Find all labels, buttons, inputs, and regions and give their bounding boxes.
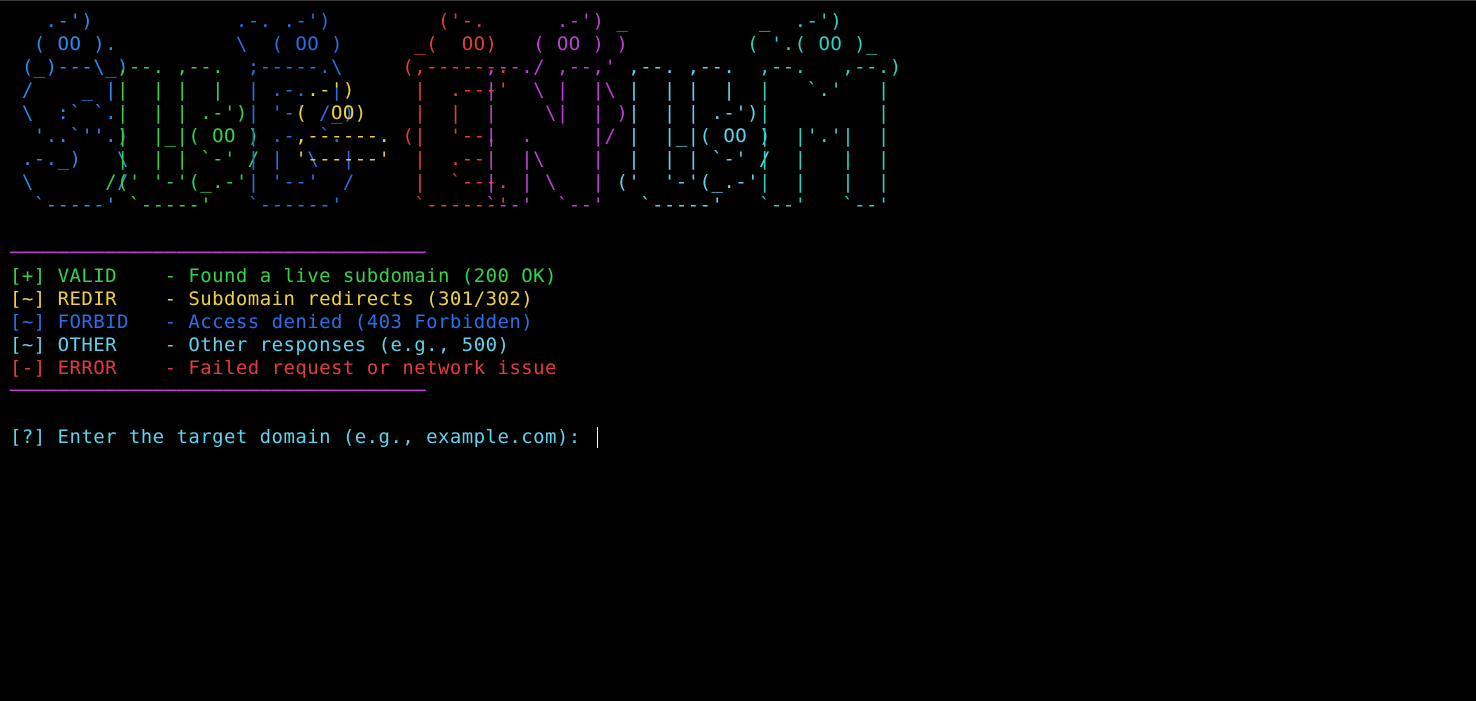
legend-tag: [~]: [10, 288, 46, 310]
legend-row: [+] VALID - Found a live subdomain (200 …: [10, 265, 1470, 288]
legend-description: - Other responses (e.g., 500): [164, 334, 510, 356]
separator-top: ───────────────────────────────────: [10, 242, 427, 264]
legend-row: [~] REDIR - Subdomain redirects (301/302…: [10, 288, 1470, 311]
legend-description: - Access denied (403 Forbidden): [164, 311, 534, 333]
legend-label: ERROR: [57, 357, 129, 379]
legend-label: FORBID: [57, 311, 129, 333]
ascii-banner-segment: _ .-') ( '.( OO )_ ,--. ,--.) | `.' | | …: [747, 10, 902, 216]
domain-prompt[interactable]: [?] Enter the target domain (e.g., examp…: [10, 426, 1470, 449]
legend-row: [-] ERROR - Failed request or network is…: [10, 357, 1470, 380]
legend-description: - Found a live subdomain (200 OK): [164, 265, 557, 287]
legend-row: [~] FORBID - Access denied (403 Forbidde…: [10, 311, 1470, 334]
legend-label: OTHER: [57, 334, 129, 356]
legend-row: [~] OTHER - Other responses (e.g., 500): [10, 334, 1470, 357]
separator-bottom: ───────────────────────────────────: [10, 380, 427, 402]
legend-label: REDIR: [57, 288, 129, 310]
legend-tag: [~]: [10, 311, 46, 333]
legend-tag: [~]: [10, 334, 46, 356]
text-cursor: [596, 427, 598, 448]
legend-label: VALID: [57, 265, 129, 287]
legend-description: - Subdomain redirects (301/302): [164, 288, 534, 310]
status-legend: [+] VALID - Found a live subdomain (200 …: [10, 265, 1470, 380]
legend-tag: [-]: [10, 357, 46, 379]
ascii-banner-sub-enum: .-') ( OO ). (_)---\_) / _ | \ :` `. '..…: [10, 10, 1010, 222]
domain-prompt-label: [?] Enter the target domain (e.g., examp…: [10, 426, 593, 448]
legend-description: - Failed request or network issue: [164, 357, 557, 379]
legend-tag: [+]: [10, 265, 46, 287]
window-top-border: [0, 0, 1476, 1]
terminal-output: .-') ( OO ). (_)---\_) / _ | \ :` `. '..…: [10, 10, 1470, 449]
